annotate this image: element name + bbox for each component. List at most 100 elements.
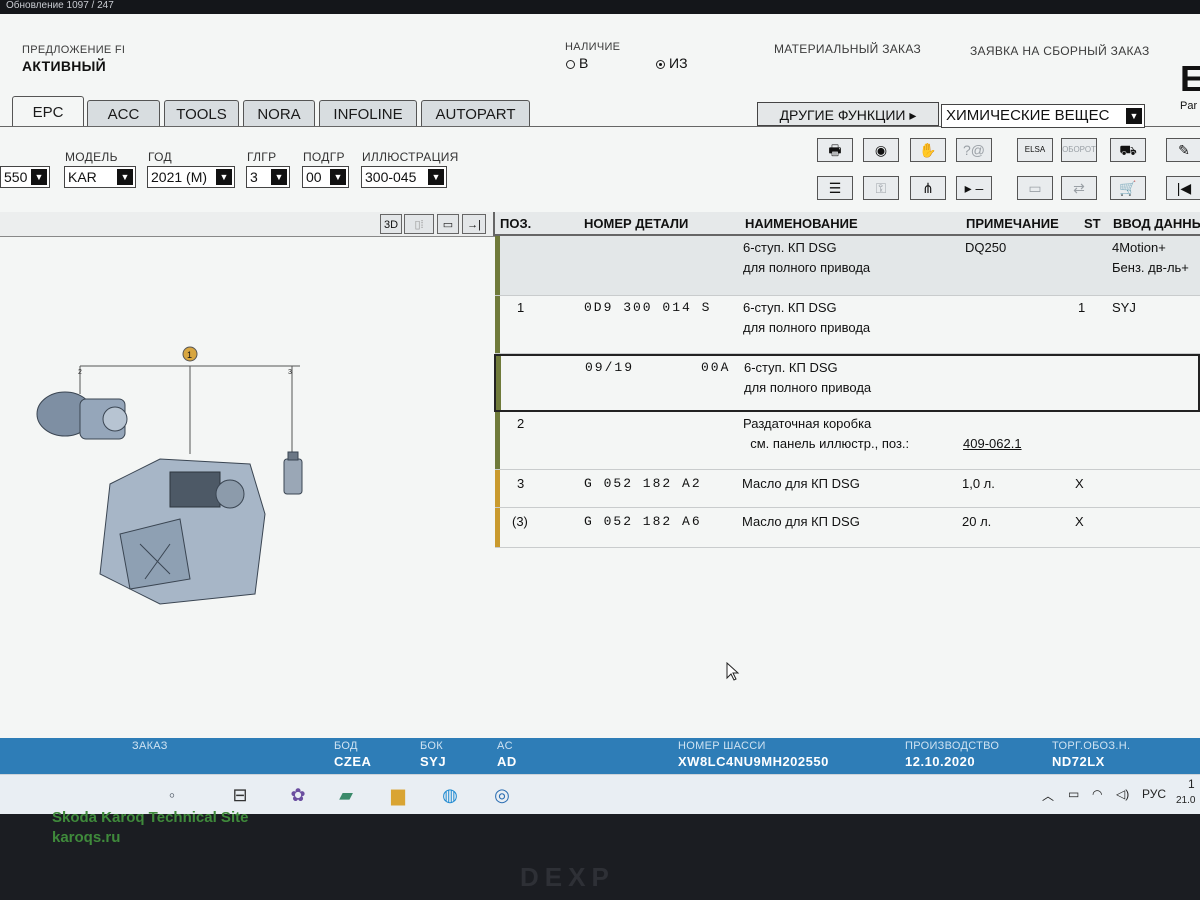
row-name-1: Раздаточная коробка <box>743 416 872 431</box>
table-row[interactable]: (3) G 052 182 A6 Масло для КП DSG 20 л. … <box>495 508 1200 548</box>
row-name-2: для полного привода <box>743 260 871 275</box>
view-3d-button[interactable]: 3D <box>380 214 402 234</box>
row-st: X <box>1075 514 1084 529</box>
chevron-down-icon[interactable]: ▼ <box>216 169 232 185</box>
chevron-down-icon[interactable]: ▼ <box>1126 108 1142 124</box>
chevron-down-icon[interactable]: ▼ <box>428 169 444 185</box>
radio-from-label: ИЗ <box>669 55 688 71</box>
ac-label: AC <box>497 740 513 752</box>
notes-icon[interactable]: ▰ <box>334 783 358 807</box>
col-note[interactable]: ПРИМЕЧАНИЕ <box>966 216 1059 231</box>
language-indicator[interactable]: РУС <box>1142 787 1166 801</box>
illustration-label: ИЛЛЮСТРАЦИЯ <box>362 150 459 164</box>
pin-icon[interactable]: ✎ <box>1166 138 1200 162</box>
play-next-icon[interactable]: ▸ – <box>956 176 992 200</box>
handshake-icon[interactable]: ✋ <box>910 138 946 162</box>
illustration-ref-link[interactable]: 409-062.1 <box>963 436 1022 451</box>
radio-in[interactable]: В <box>566 55 588 71</box>
task-view-icon[interactable]: ⊟ <box>228 783 252 807</box>
material-order-link[interactable]: МАТЕРИАЛЬНЫЙ ЗАКАЗ <box>774 42 921 56</box>
podgr-select-value: 00 <box>306 169 322 185</box>
model-select[interactable]: KAR ▼ <box>64 166 136 188</box>
chevron-down-icon[interactable]: ▼ <box>330 169 346 185</box>
assembly-order-link[interactable]: ЗАЯВКА НА СБОРНЫЙ ЗАКАЗ <box>970 44 1150 58</box>
row-date: 09/19 <box>585 360 635 375</box>
catalog-select[interactable]: 550 ▼ <box>0 166 50 188</box>
row-reference-text: см. панель иллюстр., поз.: <box>750 436 910 451</box>
transfer-icon[interactable]: ⇄ <box>1061 176 1097 200</box>
chemicals-select[interactable]: ХИМИЧЕСКИЕ ВЕЩЕС ▼ <box>941 104 1145 128</box>
chevron-down-icon[interactable]: ▼ <box>271 169 287 185</box>
grid-view-icon[interactable]: ▯⁞ <box>404 214 434 234</box>
col-input[interactable]: ВВОД ДАННЫ <box>1113 216 1200 231</box>
order-label: ЗАКАЗ <box>132 740 168 752</box>
resize-divider-icon[interactable]: →| <box>462 214 486 234</box>
wifi-icon[interactable]: ◠ <box>1092 787 1102 801</box>
year-select[interactable]: 2021 (M) ▼ <box>147 166 235 188</box>
cart-icon[interactable]: ⛟ <box>1110 138 1146 162</box>
epc-screen: ПРЕДЛОЖЕНИЕ FI АКТИВНЫЙ НАЛИЧИЕ В ИЗ МАТ… <box>0 14 1200 814</box>
edge-browser-icon[interactable]: ◍ <box>438 783 462 807</box>
tab-infoline[interactable]: INFOLINE <box>319 100 417 126</box>
row-name-1: 6-ступ. КП DSG <box>743 240 837 255</box>
radio-from-indicator[interactable] <box>656 59 665 69</box>
col-name[interactable]: НАИМЕНОВАНИЕ <box>745 216 858 231</box>
device-icon[interactable]: ▭ <box>1017 176 1053 200</box>
elsa-icon[interactable]: ELSA <box>1017 138 1053 162</box>
table-row[interactable]: 3 G 052 182 A2 Масло для КП DSG 1,0 л. X <box>495 470 1200 508</box>
glgr-select-value: 3 <box>250 169 258 185</box>
tab-tools[interactable]: TOOLS <box>164 100 239 126</box>
shopping-cart-icon[interactable]: 🛒 <box>1110 176 1146 200</box>
transfer-case-part[interactable] <box>36 391 128 440</box>
table-row[interactable]: 1 0D9 300 014 S 6-ступ. КП DSG для полно… <box>495 296 1200 354</box>
volume-icon[interactable]: ◁) <box>1116 787 1129 801</box>
clock-date[interactable]: 21.0 <box>1176 795 1195 806</box>
radio-from[interactable]: ИЗ <box>656 55 688 71</box>
row-input-1: 4Motion+ <box>1112 240 1166 255</box>
podgr-select[interactable]: 00 ▼ <box>302 166 349 188</box>
key-icon[interactable]: ⚿ <box>863 176 899 200</box>
clock-time[interactable]: 1 <box>1188 777 1195 791</box>
chevron-down-icon[interactable]: ▼ <box>117 169 133 185</box>
illustration-select[interactable]: 300-045 ▼ <box>361 166 447 188</box>
offer-label: ПРЕДЛОЖЕНИЕ FI <box>22 44 126 56</box>
epc-app-icon[interactable]: ◎ <box>490 783 514 807</box>
split-view-icon[interactable]: ▭ <box>437 214 459 234</box>
watermark-url: karoqs.ru <box>52 829 121 846</box>
transmission-illustration[interactable]: 1 2 3 <box>20 344 320 624</box>
disc-icon[interactable]: ◉ <box>863 138 899 162</box>
folder-icon[interactable]: ▆ <box>386 783 410 807</box>
tab-epc[interactable]: EPC <box>12 96 84 126</box>
table-row[interactable]: 2 Раздаточная коробка см. панель иллюстр… <box>495 412 1200 470</box>
oil-bottle-part[interactable] <box>283 451 303 495</box>
tab-nora[interactable]: NORA <box>243 100 315 126</box>
cortana-icon[interactable]: ◦ <box>160 783 184 807</box>
tab-autopart[interactable]: AUTOPART <box>421 100 530 126</box>
availability-label: НАЛИЧИЕ <box>565 41 621 53</box>
tab-acc[interactable]: ACC <box>87 100 160 126</box>
first-page-icon[interactable]: |◀ <box>1166 176 1200 200</box>
glgr-select[interactable]: 3 ▼ <box>246 166 290 188</box>
epc-logo: E <box>1180 58 1200 99</box>
chevron-down-icon[interactable]: ▼ <box>31 169 47 185</box>
watermark-title: Skoda Karoq Technical Site <box>52 809 249 826</box>
oborot-icon[interactable]: ОБОРОТ <box>1061 138 1097 162</box>
col-pos[interactable]: ПОЗ. <box>500 216 531 231</box>
col-st[interactable]: ST <box>1084 216 1101 231</box>
row-pos: (3) <box>512 514 528 529</box>
list-icon[interactable]: ☰ <box>817 176 853 200</box>
col-part-number[interactable]: НОМЕР ДЕТАЛИ <box>584 216 688 231</box>
row-pos: 2 <box>517 416 525 431</box>
print-icon[interactable]: 🖶 <box>817 138 853 162</box>
hierarchy-icon[interactable]: ⋔ <box>910 176 946 200</box>
help-mail-icon[interactable]: ?@ <box>956 138 992 162</box>
table-row[interactable]: 6-ступ. КП DSG для полного привода DQ250… <box>495 236 1200 296</box>
radio-in-indicator[interactable] <box>566 59 575 69</box>
gearbox-part[interactable] <box>99 458 266 605</box>
other-functions-button[interactable]: ДРУГИЕ ФУНКЦИИ ▸ <box>757 102 939 126</box>
app-icon[interactable]: ✿ <box>286 783 310 807</box>
tray-chevron-icon[interactable]: ︿ <box>1042 787 1054 804</box>
table-row-selected[interactable]: 09/19 00A 6-ступ. КП DSG для полного при… <box>494 354 1200 412</box>
battery-icon[interactable]: ▭ <box>1068 787 1079 801</box>
radio-in-label: В <box>579 55 589 71</box>
